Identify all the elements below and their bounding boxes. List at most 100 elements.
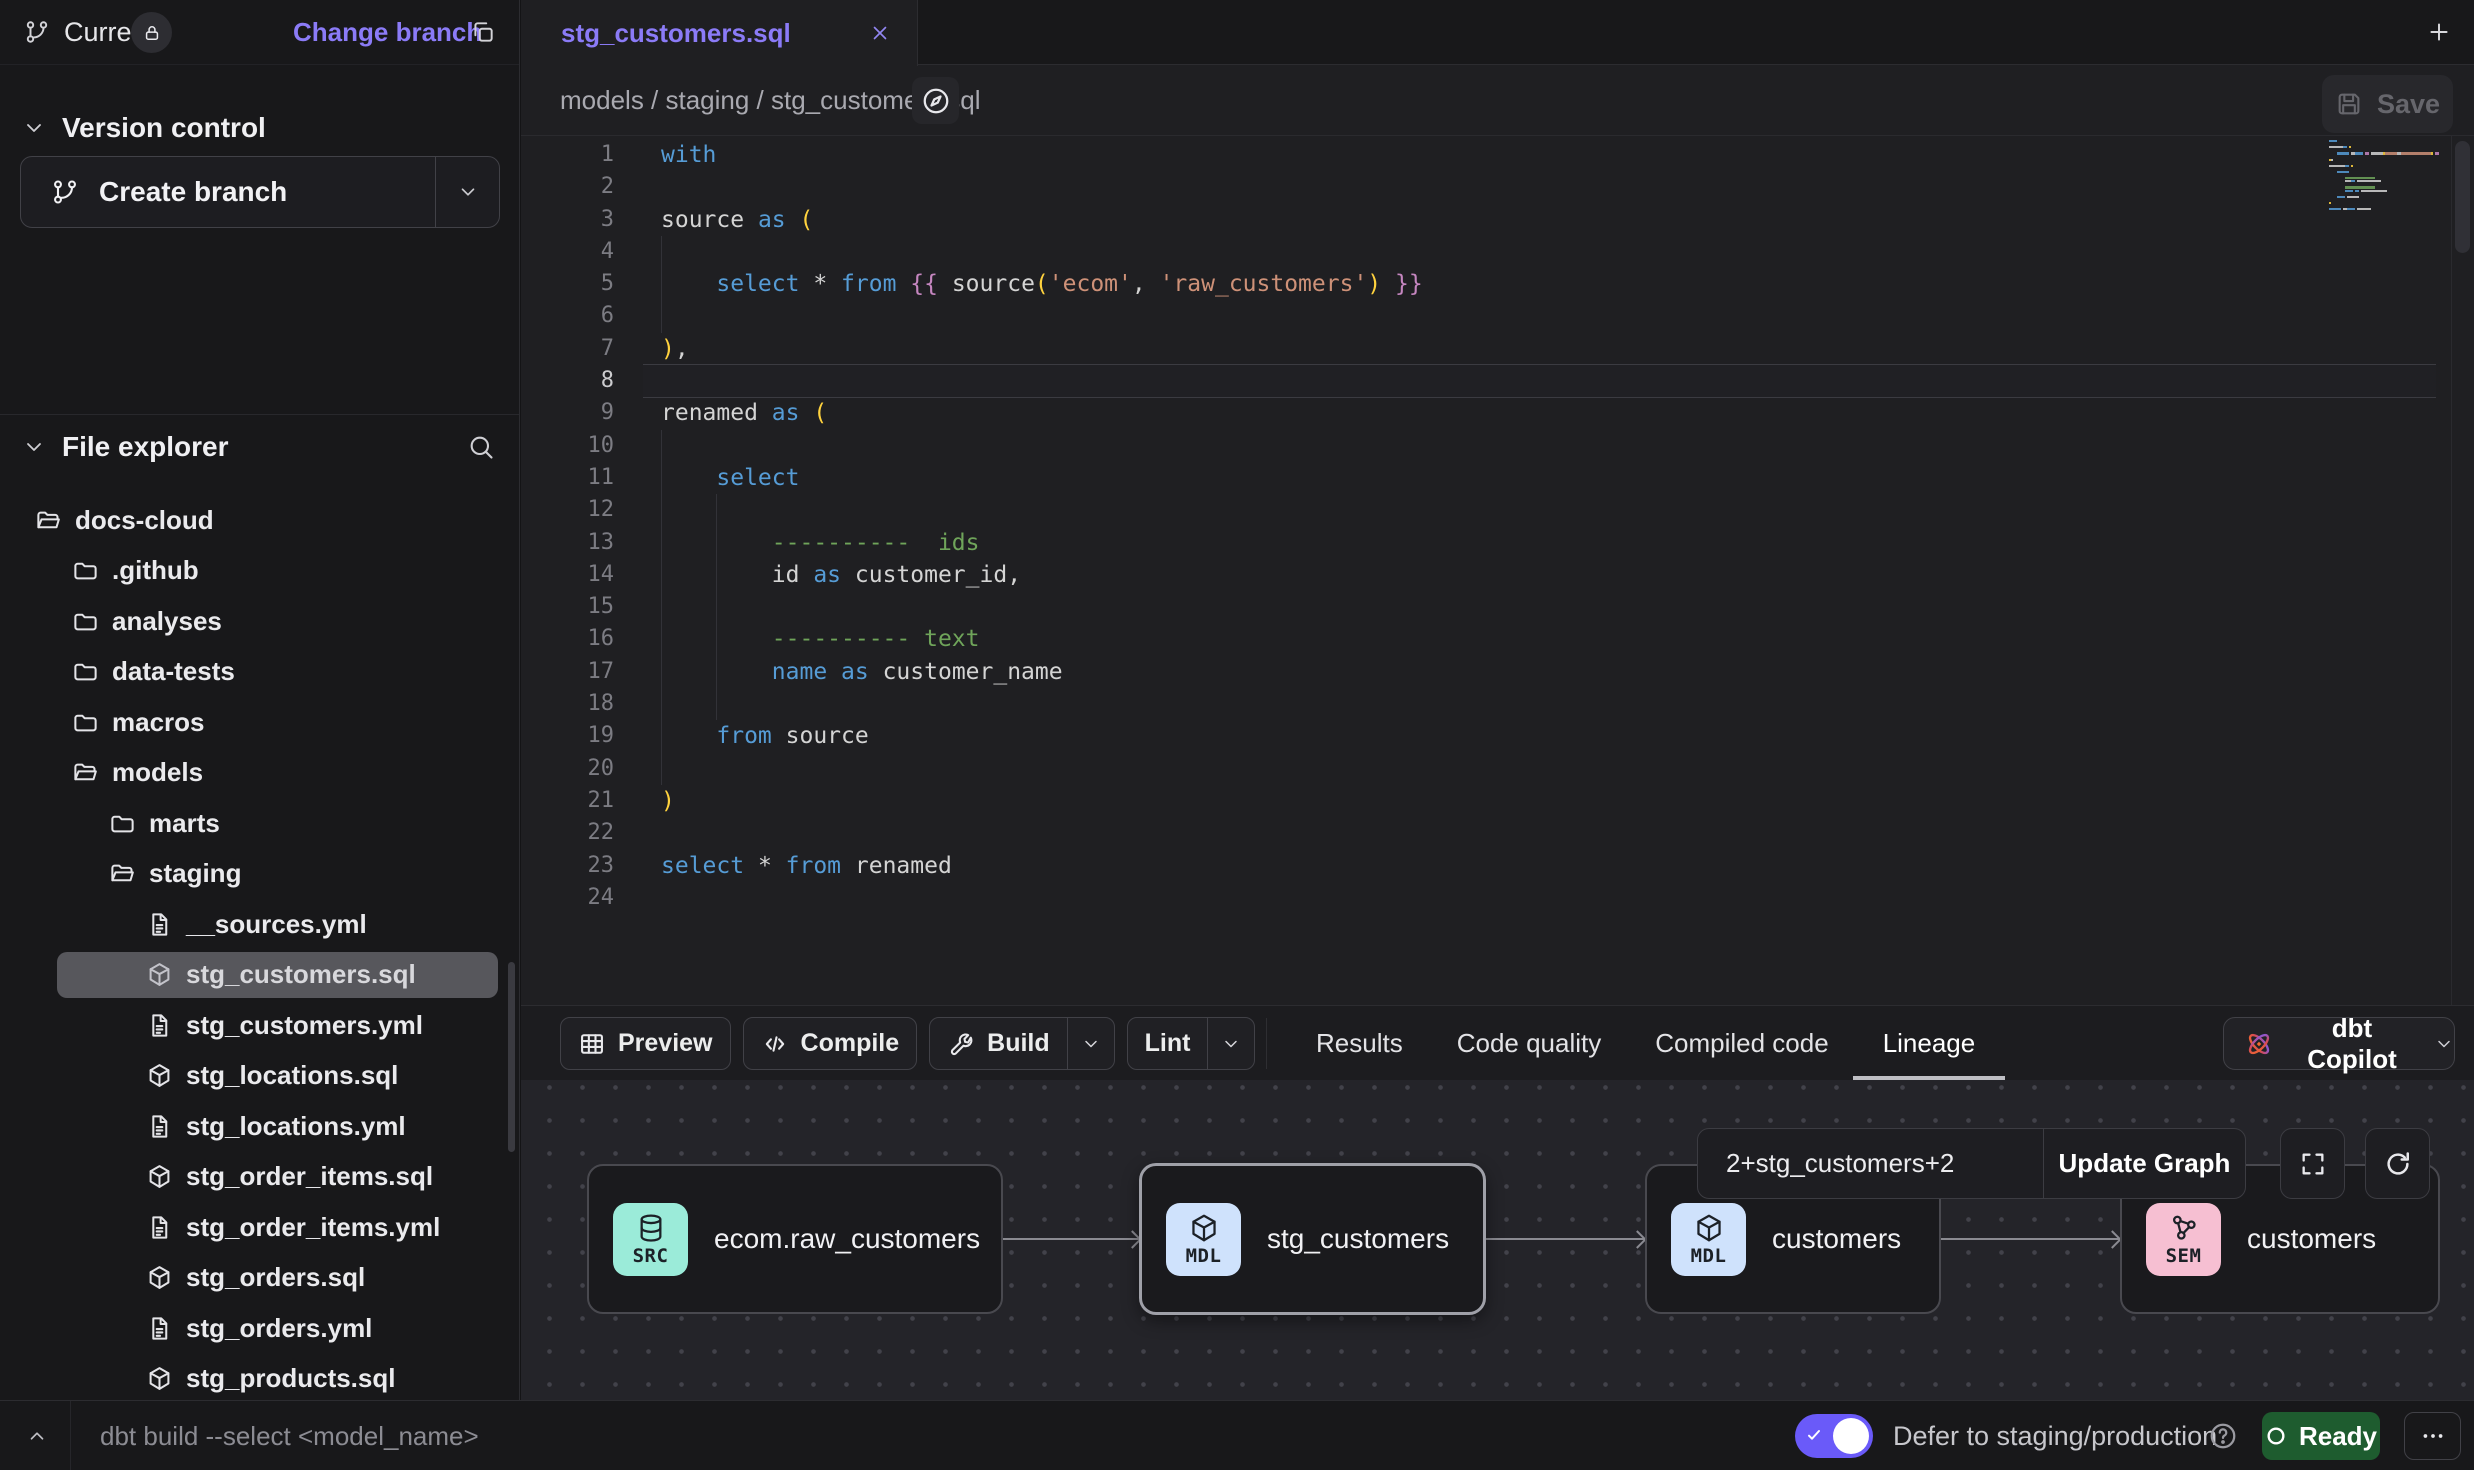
tree-item-data-tests[interactable]: data-tests <box>0 647 519 698</box>
tree-item-stg-order-items-sql[interactable]: stg_order_items.sql <box>0 1152 519 1203</box>
compile-button[interactable]: Compile <box>743 1017 918 1070</box>
breadcrumb-bar: models / staging / stg_customers.sql Sav… <box>521 65 2474 136</box>
line-number: 1 <box>521 139 614 171</box>
line-number: 20 <box>521 753 614 785</box>
tab-compiled-code[interactable]: Compiled code <box>1655 1006 1828 1080</box>
tab-code-quality[interactable]: Code quality <box>1457 1006 1602 1080</box>
lineage-canvas[interactable]: SRCecom.raw_customersMDLstg_customersMDL… <box>521 1080 2474 1400</box>
tree-item-stg-orders-yml[interactable]: stg_orders.yml <box>0 1303 519 1354</box>
code-line-13: 13 ---------- ids <box>521 527 2444 559</box>
git-branch-icon <box>51 178 79 206</box>
bottom-toolbar: PreviewCompileBuildLint Results Code qual… <box>521 1005 2474 1080</box>
lineage-node-mdl-stg-customers[interactable]: MDLstg_customers <box>1140 1164 1485 1314</box>
lineage-selector-input[interactable]: 2+stg_customers+2 <box>1698 1129 2043 1198</box>
fullscreen-button[interactable] <box>2280 1128 2345 1199</box>
tab-lineage[interactable]: Lineage <box>1883 1006 1976 1080</box>
change-branch-link[interactable]: Change branch <box>293 0 482 65</box>
refresh-button[interactable] <box>2365 1128 2430 1199</box>
line-number: 12 <box>521 494 614 526</box>
copilot-compass-button[interactable] <box>912 77 959 124</box>
code-line-10: 10 <box>521 430 2444 462</box>
line-number: 4 <box>521 236 614 268</box>
tree-item-stg-orders-sql[interactable]: stg_orders.sql <box>0 1253 519 1304</box>
create-branch-label: Create branch <box>99 176 287 208</box>
tab-results[interactable]: Results <box>1316 1006 1403 1080</box>
create-branch-button[interactable]: Create branch <box>20 156 500 228</box>
update-graph-button[interactable]: Update Graph <box>2043 1129 2245 1198</box>
file-tree: docs-cloud .githubanalysesdata-testsmacro… <box>0 495 519 1400</box>
ready-status-button[interactable]: Ready <box>2262 1412 2380 1460</box>
chevron-down-icon <box>22 435 46 459</box>
lint-button[interactable]: Lint <box>1127 1017 1256 1070</box>
build-dropdown[interactable] <box>1067 1018 1114 1069</box>
defer-label: Defer to staging/production <box>1893 1401 2217 1470</box>
tree-item-docs-cloud[interactable]: docs-cloud <box>0 495 519 546</box>
line-number: 18 <box>521 688 614 720</box>
status-bar: dbt build --select <model_name> Defer to… <box>0 1400 2474 1470</box>
tree-item-label: __sources.yml <box>186 909 367 940</box>
create-branch-dropdown[interactable] <box>435 157 499 227</box>
tree-item-marts[interactable]: marts <box>0 798 519 849</box>
compass-icon <box>921 86 951 116</box>
tree-item-analyses[interactable]: analyses <box>0 596 519 647</box>
tree-item-label: stg_orders.sql <box>186 1262 365 1293</box>
tab-stg-customers-sql[interactable]: stg_customers.sql <box>521 0 918 66</box>
folder-open-icon <box>72 759 99 786</box>
editor-scrollbar[interactable] <box>2455 141 2470 253</box>
more-options-button[interactable] <box>2404 1412 2461 1460</box>
lineage-node-src-ecom-raw-customers[interactable]: SRC ecom.raw_customers <box>587 1164 1003 1314</box>
line-number: 7 <box>521 333 614 365</box>
dbt-copilot-button[interactable]: dbt Copilot <box>2223 1017 2455 1070</box>
lint-dropdown[interactable] <box>1207 1018 1254 1069</box>
tree-item-stg-order-items-yml[interactable]: stg_order_items.yml <box>0 1202 519 1253</box>
code-editor[interactable]: 1with23source as (45 select * from {{ so… <box>521 136 2474 1005</box>
tree-item-macros[interactable]: macros <box>0 697 519 748</box>
node-label: ecom.raw_customers <box>714 1223 980 1255</box>
tree-item-staging[interactable]: staging <box>0 849 519 900</box>
version-control-section-header[interactable]: Version control <box>22 112 266 144</box>
tree-item-stg-customers-yml[interactable]: stg_customers.yml <box>0 1000 519 1051</box>
line-number: 9 <box>521 397 614 429</box>
preview-button[interactable]: Preview <box>560 1017 731 1070</box>
fullscreen-icon <box>2299 1150 2327 1178</box>
tab-bar: stg_customers.sql <box>521 0 2474 65</box>
code-line-18: 18 <box>521 688 2444 720</box>
code-line-1: 1with <box>521 139 2444 171</box>
sidebar-scrollbar[interactable] <box>508 962 515 1152</box>
folder-icon <box>109 810 136 837</box>
line-number: 5 <box>521 268 614 300</box>
lineage-edge <box>1003 1238 1140 1240</box>
help-icon[interactable] <box>2208 1421 2238 1451</box>
main-panel: stg_customers.sql models / staging / stg… <box>521 0 2474 1400</box>
tree-item-label: models <box>112 757 203 788</box>
node-label: customers <box>1772 1223 1901 1255</box>
line-number: 10 <box>521 430 614 462</box>
tree-item-models[interactable]: models <box>0 748 519 799</box>
line-number: 3 <box>521 204 614 236</box>
tree-item-stg-locations-yml[interactable]: stg_locations.yml <box>0 1101 519 1152</box>
tree-item-label: stg_orders.yml <box>186 1313 372 1344</box>
code-line-2: 2 <box>521 171 2444 203</box>
tree-item-stg-products-sql[interactable]: stg_products.sql <box>0 1354 519 1401</box>
command-input[interactable]: dbt build --select <model_name> <box>100 1401 479 1470</box>
search-icon[interactable] <box>467 433 495 461</box>
build-button[interactable]: Build <box>929 1017 1115 1070</box>
tree-item-github[interactable]: .github <box>0 546 519 597</box>
tree-item-stg-locations-sql[interactable]: stg_locations.sql <box>0 1051 519 1102</box>
file-explorer-section-header[interactable]: File explorer <box>22 431 495 463</box>
line-number: 14 <box>521 559 614 591</box>
src-badge: SRC <box>613 1203 688 1276</box>
cube-icon <box>146 1264 173 1291</box>
save-button[interactable]: Save <box>2322 75 2453 133</box>
branch-lock-badge <box>131 12 172 53</box>
code-line-6: 6 <box>521 300 2444 332</box>
cube-icon <box>146 1062 173 1089</box>
tree-item-stg-customers-sql[interactable]: stg_customers.sql <box>0 950 519 1001</box>
tree-item-sources-yml[interactable]: __sources.yml <box>0 899 519 950</box>
copy-icon[interactable] <box>470 19 496 45</box>
chevron-up-icon[interactable] <box>26 1425 48 1447</box>
close-icon[interactable] <box>869 22 891 44</box>
tree-item-label: docs-cloud <box>75 505 214 536</box>
new-tab-icon[interactable] <box>2426 19 2452 45</box>
defer-toggle[interactable] <box>1795 1414 1873 1458</box>
